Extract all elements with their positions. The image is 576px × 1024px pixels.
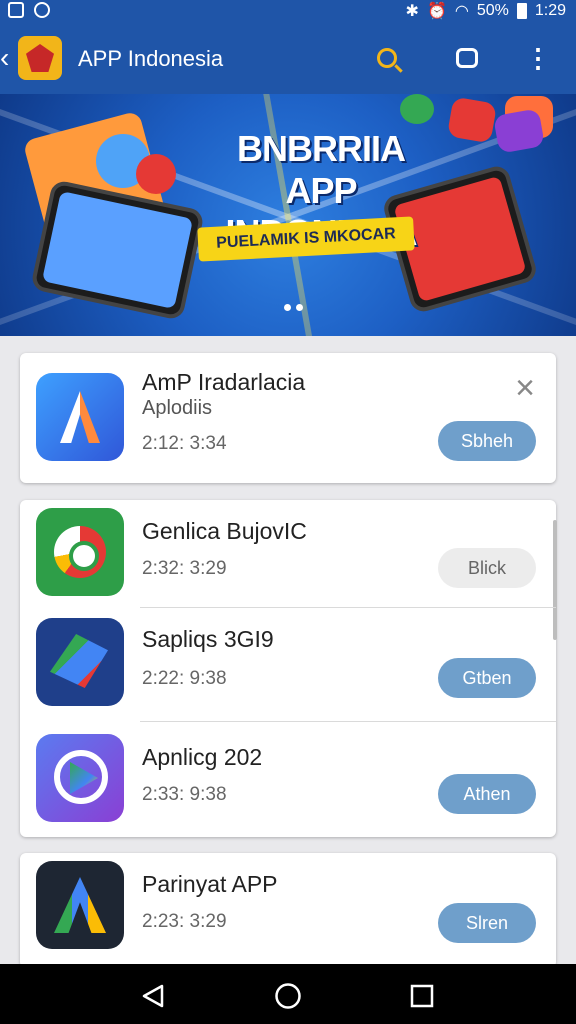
- more-options-button[interactable]: ⋮: [522, 42, 554, 74]
- battery-icon: [516, 3, 527, 19]
- app-action-button[interactable]: Gtben: [438, 658, 536, 698]
- system-nav-bar: [0, 964, 576, 1024]
- app-action-button[interactable]: Blick: [438, 548, 536, 588]
- app-action-button[interactable]: Athen: [438, 774, 536, 814]
- battery-percent: 50%: [476, 2, 509, 19]
- list-item[interactable]: Genlica BujovIC 2:32: 3:29 Blick: [20, 500, 556, 608]
- bluetooth-icon: ✱: [405, 3, 419, 20]
- app-card[interactable]: Parinyat APP 2:23: 3:29 Slren: [20, 853, 556, 968]
- app-name: Apnlicg 202: [142, 744, 263, 770]
- list-item[interactable]: Apnlicg 202 2:33: 9:38 Athen: [20, 722, 556, 837]
- clock: 1:29: [534, 2, 566, 19]
- app-list-card: Genlica BujovIC 2:32: 3:29 Blick Sapliqs…: [20, 500, 557, 837]
- banner-decoration: [400, 94, 434, 124]
- app-name: Genlica BujovIC: [142, 518, 307, 544]
- nav-recents-button[interactable]: [408, 982, 436, 1010]
- sync-notification-icon: [34, 2, 50, 18]
- nav-home-button[interactable]: [274, 982, 302, 1010]
- alarm-icon: ⏰: [426, 3, 447, 20]
- app-name: AmP Iradarlacia: [142, 369, 306, 395]
- banner-decoration: [493, 108, 545, 154]
- close-icon[interactable]: ×: [510, 371, 540, 405]
- app-time: 2:22: 9:38: [142, 668, 227, 689]
- recents-square-icon: [410, 984, 434, 1008]
- maps-icon: [36, 618, 124, 706]
- app-action-button[interactable]: Sbheh: [438, 421, 536, 461]
- app-name: Sapliqs 3GI9: [142, 626, 274, 652]
- app-bar: ‹ APP Indonesia ⋮: [0, 22, 576, 94]
- chat-button[interactable]: [451, 42, 483, 74]
- home-circle-icon: [275, 983, 301, 1009]
- carousel-dot[interactable]: [296, 304, 303, 311]
- search-button[interactable]: [371, 42, 403, 74]
- app-a-icon: [36, 373, 124, 461]
- app-subtitle: Aplodiis: [142, 397, 213, 419]
- featured-app-card[interactable]: AmP Iradarlacia Aplodiis 2:12: 3:34 × Sb…: [20, 353, 556, 483]
- app-time: 2:23: 3:29: [142, 911, 227, 932]
- adwords-icon: [36, 861, 124, 949]
- app-logo-icon: [18, 36, 62, 80]
- back-button[interactable]: ‹: [0, 42, 16, 74]
- status-bar: ✱ ⏰ ◠ 50% 1:29: [0, 0, 576, 22]
- search-icon: [377, 48, 397, 68]
- carousel-dot[interactable]: [284, 304, 291, 311]
- app-action-button[interactable]: Slren: [438, 903, 536, 943]
- list-item[interactable]: Sapliqs 3GI9 2:22: 9:38 Gtben: [20, 608, 556, 722]
- page-title: APP Indonesia: [78, 46, 224, 71]
- wifi-icon: ◠: [454, 3, 469, 20]
- play-icon: [36, 734, 124, 822]
- banner-decoration: [446, 96, 498, 144]
- back-triangle-icon: [142, 984, 164, 1008]
- carousel-indicator[interactable]: [284, 304, 303, 311]
- nav-back-button[interactable]: [140, 982, 168, 1010]
- chat-icon: [456, 48, 478, 68]
- app-time: 2:12: 3:34: [142, 433, 227, 454]
- app-time: 2:32: 3:29: [142, 558, 227, 579]
- chrome-icon: [36, 508, 124, 596]
- app-time: 2:33: 9:38: [142, 784, 227, 805]
- promo-banner[interactable]: BNBRRIIA APP INDONESIA PUELAMIK IS MKOCA…: [0, 94, 576, 336]
- gallery-notification-icon: [8, 2, 24, 18]
- app-name: Parinyat APP: [142, 871, 278, 897]
- banner-decoration: [136, 154, 176, 194]
